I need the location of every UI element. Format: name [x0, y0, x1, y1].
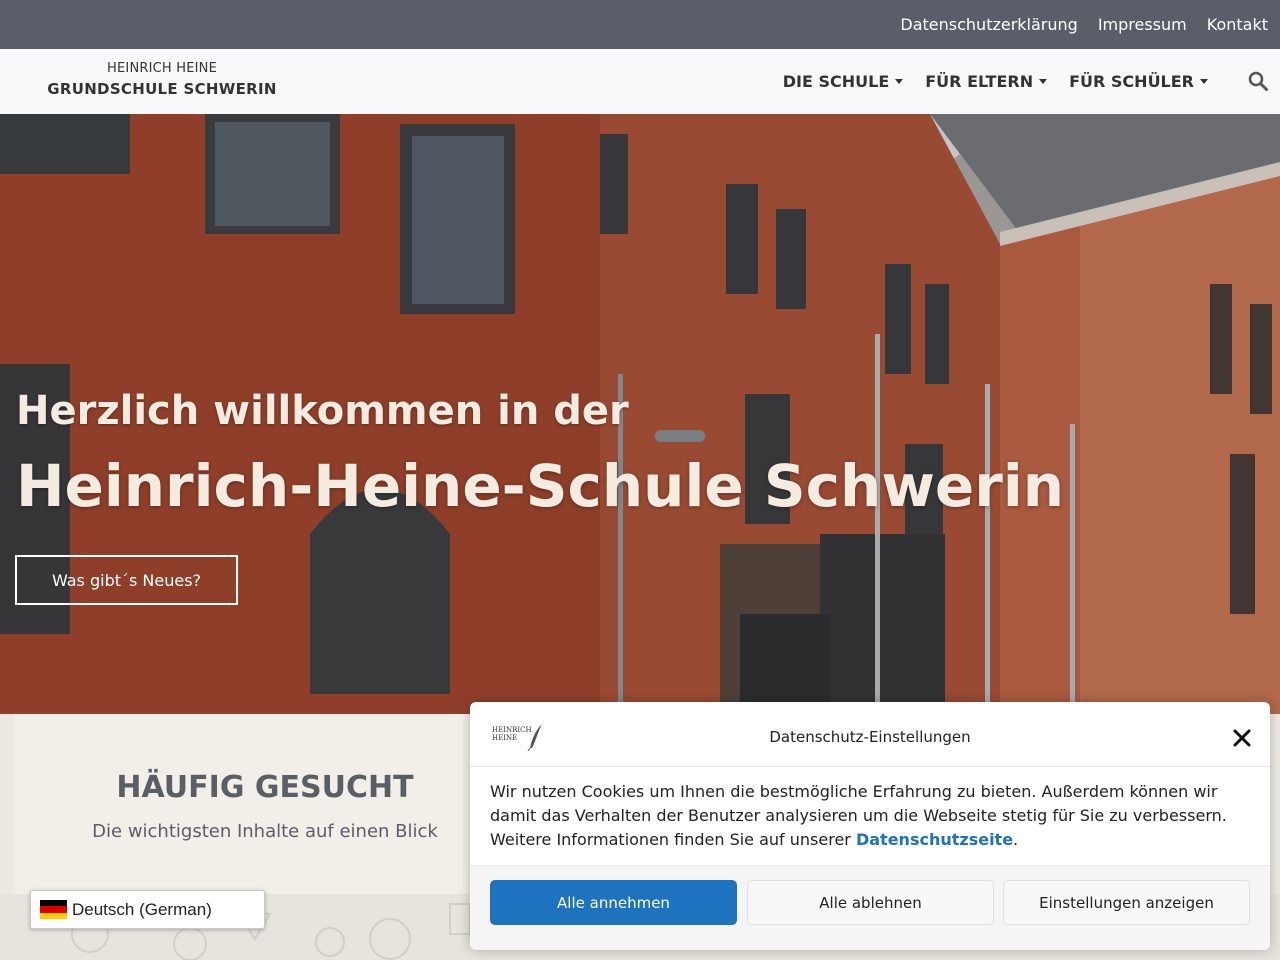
nav-label: FÜR SCHÜLER	[1069, 72, 1194, 91]
hero-title: Heinrich-Heine-Schule Schwerin	[16, 452, 1065, 520]
link-datenschutzerklaerung[interactable]: Datenschutzerklärung	[900, 15, 1077, 34]
privacy-link[interactable]: Datenschutzseite	[856, 830, 1013, 849]
cookie-message: Wir nutzen Cookies um Ihnen die bestmögl…	[490, 780, 1260, 852]
caret-down-icon	[1039, 79, 1048, 84]
hero-banner: Herzlich willkommen in der Heinrich-Hein…	[0, 114, 1280, 714]
language-switcher[interactable]: Deutsch (German)	[30, 890, 265, 929]
caret-down-icon	[895, 79, 904, 84]
site-logo[interactable]: HEINRICH HEINE GRUNDSCHULE SCHWERIN	[40, 61, 284, 98]
link-impressum[interactable]: Impressum	[1098, 15, 1187, 34]
language-label: Deutsch (German)	[72, 899, 212, 919]
main-header: HEINRICH HEINE GRUNDSCHULE SCHWERIN DIE …	[0, 49, 1280, 114]
flag-stripe-gold	[40, 912, 67, 919]
main-nav: DIE SCHULE FÜR ELTERN FÜR SCHÜLER	[783, 49, 1208, 114]
cookie-body-end: .	[1013, 830, 1019, 849]
show-settings-button[interactable]: Einstellungen anzeigen	[1003, 880, 1250, 925]
top-utility-bar: Datenschutzerklärung Impressum Kontakt	[0, 0, 1280, 49]
nav-label: FÜR ELTERN	[925, 72, 1034, 91]
news-button[interactable]: Was gibt´s Neues?	[15, 555, 238, 605]
hero-subtitle: Herzlich willkommen in der	[16, 388, 629, 434]
cookie-logo: HEINRICH HEINE	[492, 720, 544, 752]
cookie-header: Datenschutz-Einstellungen HEINRICH HEINE	[470, 702, 1270, 767]
nav-fuer-schueler[interactable]: FÜR SCHÜLER	[1069, 72, 1208, 91]
cookie-consent-dialog: Datenschutz-Einstellungen HEINRICH HEINE…	[470, 702, 1270, 950]
accept-all-button[interactable]: Alle annehmen	[490, 880, 737, 925]
german-flag-icon	[40, 900, 67, 919]
link-kontakt[interactable]: Kontakt	[1207, 15, 1268, 34]
section-subtitle: Die wichtigsten Inhalte auf einen Blick	[92, 821, 438, 842]
top-links: Datenschutzerklärung Impressum Kontakt	[900, 0, 1268, 49]
cookie-title: Datenschutz-Einstellungen	[769, 728, 971, 746]
logo-line-2: GRUNDSCHULE SCHWERIN	[47, 80, 277, 98]
close-icon[interactable]	[1232, 728, 1252, 748]
nav-fuer-eltern[interactable]: FÜR ELTERN	[925, 72, 1048, 91]
search-icon[interactable]	[1248, 71, 1268, 91]
reject-all-button[interactable]: Alle ablehnen	[747, 880, 994, 925]
logo-line-1: HEINRICH HEINE	[107, 61, 217, 76]
caret-down-icon	[1200, 79, 1208, 84]
section-title: HÄUFIG GESUCHT	[116, 770, 414, 805]
quill-icon	[527, 724, 542, 752]
nav-die-schule[interactable]: DIE SCHULE	[783, 72, 904, 91]
nav-label: DIE SCHULE	[782, 72, 890, 91]
